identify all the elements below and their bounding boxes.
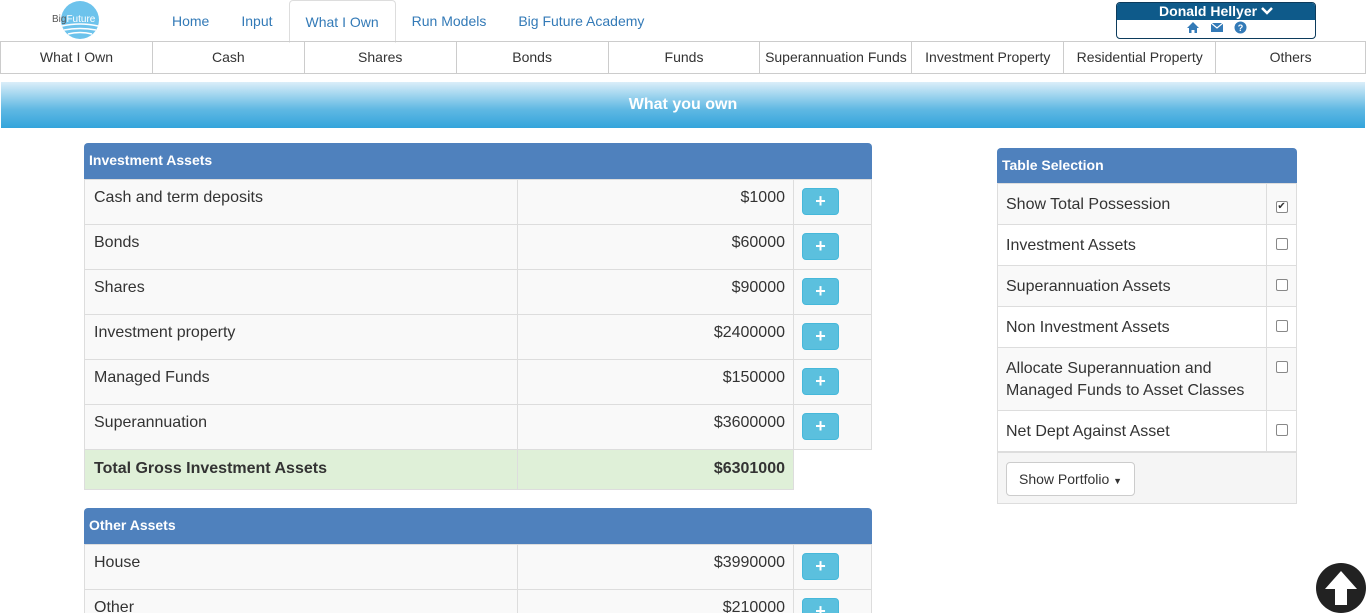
selection-row: Non Investment Assets: [996, 306, 1297, 348]
add-bonds-button[interactable]: +: [802, 233, 839, 260]
asset-label: Shares: [84, 269, 518, 315]
table-row: Shares $90000 +: [84, 269, 872, 315]
subtab-what-i-own[interactable]: What I Own: [0, 41, 152, 74]
subtab-funds[interactable]: Funds: [607, 41, 760, 74]
selection-row: Net Dept Against Asset: [996, 410, 1297, 452]
table-row: Managed Funds $150000 +: [84, 359, 872, 405]
user-name: Donald Hellyer: [1159, 3, 1258, 19]
asset-label: Superannuation: [84, 404, 518, 450]
asset-label: House: [84, 544, 518, 590]
investment-assets-heading: Investment Assets: [84, 143, 872, 179]
add-managed-funds-button[interactable]: +: [802, 368, 839, 395]
total-label: Total Gross Investment Assets: [84, 449, 518, 490]
asset-label: Other: [84, 589, 518, 613]
asset-value: $90000: [517, 269, 794, 315]
help-icon[interactable]: ?: [1234, 21, 1247, 37]
table-row: Investment property $2400000 +: [84, 314, 872, 360]
other-assets-panel: Other Assets House $3990000 + Other $210…: [84, 508, 872, 613]
table-selection-heading: Table Selection: [997, 148, 1297, 183]
subtab-superannuation-funds[interactable]: Superannuation Funds: [759, 41, 912, 74]
show-portfolio-label: Show Portfolio: [1019, 471, 1110, 487]
user-menu[interactable]: Donald Hellyer ?: [1116, 2, 1316, 39]
table-selection-panel: Table Selection Show Total Possession ✔ …: [996, 148, 1297, 504]
selection-label: Investment Assets: [996, 224, 1268, 266]
mail-icon[interactable]: [1210, 21, 1224, 37]
table-row: Bonds $60000 +: [84, 224, 872, 270]
selection-row: Investment Assets: [996, 224, 1297, 266]
user-icon-row: ?: [1117, 20, 1315, 37]
subtab-shares[interactable]: Shares: [303, 41, 456, 74]
asset-value: $2400000: [517, 314, 794, 360]
asset-value: $60000: [517, 224, 794, 270]
asset-value: $150000: [517, 359, 794, 405]
asset-label: Bonds: [84, 224, 518, 270]
subtab-others[interactable]: Others: [1215, 41, 1366, 74]
net-dept-against-asset-checkbox[interactable]: [1275, 424, 1288, 436]
add-cash-button[interactable]: +: [802, 188, 839, 215]
arrow-up-icon: [1325, 571, 1357, 605]
asset-label: Investment property: [84, 314, 518, 360]
nav-run-models[interactable]: Run Models: [396, 0, 503, 42]
svg-text:?: ?: [1237, 23, 1243, 33]
add-shares-button[interactable]: +: [802, 278, 839, 305]
selection-label: Show Total Possession: [996, 183, 1268, 225]
selection-label: Net Dept Against Asset: [996, 410, 1268, 452]
selection-row: Allocate Superannuation and Managed Fund…: [996, 347, 1297, 411]
asset-subtabs: What I Own Cash Shares Bonds Funds Super…: [0, 41, 1366, 74]
asset-label: Cash and term deposits: [84, 179, 518, 225]
asset-value: $3600000: [517, 404, 794, 450]
non-investment-assets-checkbox[interactable]: [1275, 320, 1288, 332]
add-house-button[interactable]: +: [802, 553, 839, 580]
nav-what-i-own[interactable]: What I Own: [288, 0, 396, 43]
total-value: $6301000: [517, 449, 794, 490]
chevron-down-icon: [1261, 3, 1273, 19]
user-name-bar[interactable]: Donald Hellyer: [1117, 3, 1315, 20]
total-row: Total Gross Investment Assets $6301000: [84, 449, 872, 490]
table-row: Superannuation $3600000 +: [84, 404, 872, 450]
subtab-cash[interactable]: Cash: [151, 41, 304, 74]
page-title-banner: What you own: [1, 82, 1365, 128]
logo-wordmark: BigFuture: [52, 14, 96, 25]
add-other-button[interactable]: +: [802, 598, 839, 613]
selection-label: Superannuation Assets: [996, 265, 1268, 307]
selection-row: Superannuation Assets: [996, 265, 1297, 307]
portfolio-row: Show Portfolio ▼: [997, 452, 1297, 504]
investment-assets-panel: Investment Assets Cash and term deposits…: [84, 143, 872, 490]
asset-label: Managed Funds: [84, 359, 518, 405]
investment-assets-table: Cash and term deposits $1000 + Bonds $60…: [84, 179, 872, 490]
nav-input[interactable]: Input: [225, 0, 288, 42]
big-future-logo[interactable]: BigFuture: [50, 0, 108, 40]
nav-big-future-academy[interactable]: Big Future Academy: [502, 0, 660, 42]
show-portfolio-dropdown[interactable]: Show Portfolio ▼: [1006, 462, 1136, 496]
selection-label: Non Investment Assets: [996, 306, 1268, 348]
other-assets-table: House $3990000 + Other $210000 +: [84, 544, 872, 613]
superannuation-assets-checkbox[interactable]: [1275, 279, 1288, 291]
other-assets-heading: Other Assets: [84, 508, 872, 544]
show-total-possession-checkbox[interactable]: ✔: [1275, 201, 1288, 213]
nav-home[interactable]: Home: [156, 0, 225, 42]
subtab-investment-property[interactable]: Investment Property: [911, 41, 1064, 74]
scroll-to-top-button[interactable]: [1316, 563, 1366, 613]
asset-value: $210000: [517, 589, 794, 613]
subtab-residential-property[interactable]: Residential Property: [1063, 41, 1216, 74]
asset-value: $3990000: [517, 544, 794, 590]
asset-value: $1000: [517, 179, 794, 225]
home-icon[interactable]: [1186, 21, 1200, 37]
subtab-bonds[interactable]: Bonds: [455, 41, 608, 74]
table-selection-list: Show Total Possession ✔ Investment Asset…: [996, 183, 1297, 452]
caret-down-icon: ▼: [1113, 476, 1123, 486]
selection-label: Allocate Superannuation and Managed Fund…: [996, 347, 1268, 411]
main-nav: Home Input What I Own Run Models Big Fut…: [156, 0, 660, 43]
add-investment-property-button[interactable]: +: [802, 323, 839, 350]
investment-assets-checkbox[interactable]: [1275, 238, 1288, 250]
top-navbar: BigFuture Home Input What I Own Run Mode…: [0, 0, 1366, 43]
selection-row: Show Total Possession ✔: [996, 183, 1297, 225]
allocate-superannuation-checkbox[interactable]: [1275, 361, 1288, 373]
table-row: Cash and term deposits $1000 +: [84, 179, 872, 225]
table-row: House $3990000 +: [84, 544, 872, 590]
add-superannuation-button[interactable]: +: [802, 413, 839, 440]
table-row: Other $210000 +: [84, 589, 872, 613]
